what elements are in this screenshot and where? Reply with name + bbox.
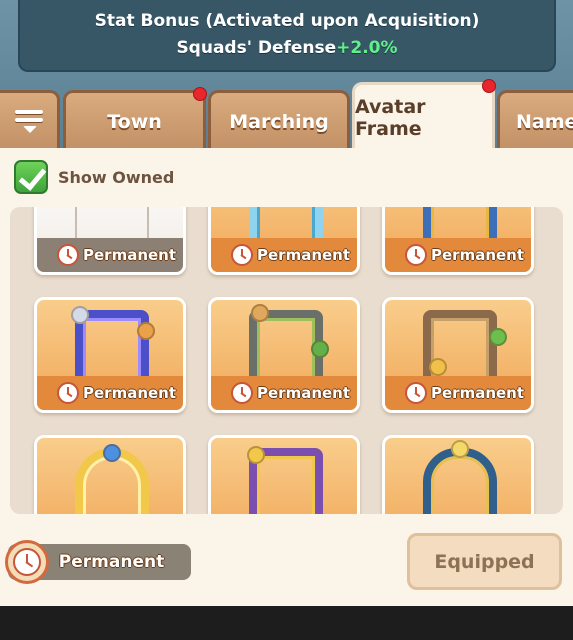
duration-strip: Permanent [211, 376, 357, 410]
tab-nameplate[interactable]: Namep [497, 90, 573, 150]
frame-card[interactable]: Permanent [34, 207, 186, 275]
duration-label: Permanent [83, 246, 177, 264]
tab-marching-label: Marching [229, 110, 329, 133]
moon-icon [451, 440, 469, 458]
duration-label: Permanent [257, 246, 351, 264]
notification-dot [482, 79, 496, 93]
frog-icon [489, 328, 507, 346]
system-bottom-bar [0, 606, 573, 640]
notification-dot [193, 87, 207, 101]
clock-icon [231, 244, 253, 266]
mushroom-icon [429, 358, 447, 376]
frame-card[interactable] [34, 435, 186, 514]
selected-clock-badge [5, 540, 49, 584]
frame-card[interactable] [382, 435, 534, 514]
frame-card[interactable] [208, 435, 360, 514]
equipped-button[interactable]: Equipped [407, 533, 562, 590]
avatar-frame-grid: Permanent Permanent Permanent Permanent [10, 207, 563, 514]
show-owned-label: Show Owned [58, 167, 175, 187]
stat-bonus-line: Squads' Defense+2.0% [176, 35, 397, 62]
stat-bonus-title: Stat Bonus (Activated upon Acquisition) [94, 11, 480, 31]
duration-strip: Permanent [211, 238, 357, 272]
duration-label: Permanent [257, 384, 351, 402]
leaf-icon [311, 340, 329, 358]
clock-icon [13, 548, 41, 576]
show-owned-filter[interactable]: Show Owned [14, 160, 174, 194]
planet-icon [137, 322, 155, 340]
gem-icon [103, 444, 121, 462]
tab-nameplate-label: Namep [516, 110, 573, 133]
frame-card[interactable]: Permanent [208, 297, 360, 413]
frame-card[interactable]: Permanent [34, 297, 186, 413]
stat-bonus-label: Squads' Defense [176, 38, 337, 58]
tab-town-label: Town [107, 110, 162, 133]
selected-duration-label: Permanent [58, 552, 165, 572]
frame-card[interactable]: Permanent [382, 207, 534, 275]
duration-strip: Permanent [385, 376, 531, 410]
duration-label: Permanent [431, 246, 525, 264]
menu-tab[interactable] [0, 90, 60, 150]
clock-icon [231, 382, 253, 404]
stat-bonus-banner: Stat Bonus (Activated upon Acquisition) … [18, 0, 556, 72]
clock-icon [405, 244, 427, 266]
duration-strip: Permanent [37, 238, 183, 272]
clock-icon [57, 244, 79, 266]
clock-icon [405, 382, 427, 404]
tab-town[interactable]: Town [63, 87, 207, 150]
frame-card[interactable]: Permanent [208, 207, 360, 275]
list-menu-icon [14, 110, 43, 133]
frame-card[interactable]: Permanent [382, 297, 534, 413]
duration-label: Permanent [431, 384, 525, 402]
tab-avatar-frame[interactable]: Avatar Frame [352, 79, 496, 150]
checkbox-checked-icon[interactable] [14, 160, 48, 194]
tab-marching[interactable]: Marching [208, 90, 350, 150]
duration-strip: Permanent [385, 238, 531, 272]
tab-avatar-frame-label: Avatar Frame [355, 95, 426, 140]
character-icon [251, 304, 269, 322]
trophy-icon [247, 446, 265, 464]
satellite-icon [71, 306, 89, 324]
duration-strip: Permanent [37, 376, 183, 410]
stat-bonus-value: +2.0% [336, 38, 398, 58]
clock-icon [57, 382, 79, 404]
duration-label: Permanent [83, 384, 177, 402]
